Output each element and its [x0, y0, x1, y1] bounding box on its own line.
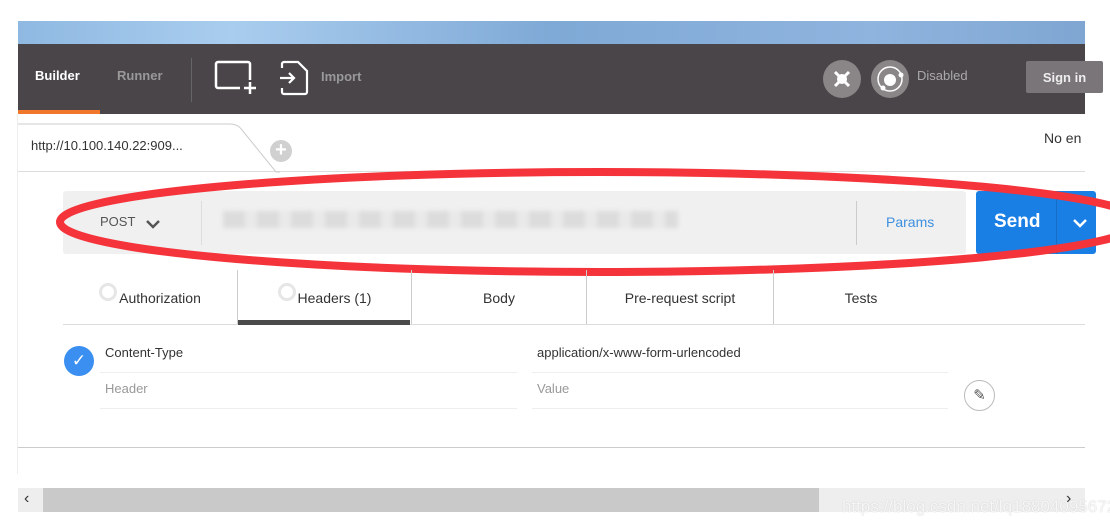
active-tab-indicator	[238, 320, 410, 325]
header-value-input[interactable]: application/x-www-form-urlencoded	[532, 337, 948, 373]
scroll-left-icon[interactable]: ‹	[24, 490, 29, 508]
sync-icon[interactable]	[823, 60, 861, 98]
top-toolbar: Builder Runner Import Disabled Sign in	[18, 44, 1103, 114]
chevron-down-icon[interactable]	[145, 218, 161, 232]
window-title-bar	[18, 21, 1085, 44]
chevron-down-icon[interactable]	[1072, 218, 1088, 230]
divider	[201, 201, 202, 245]
pencil-icon[interactable]: ✎	[964, 380, 995, 411]
tab-authorization[interactable]: Authorization	[63, 270, 237, 325]
interceptor-status: Disabled	[917, 68, 968, 83]
header-enabled-checkbox[interactable]: ✓	[64, 346, 94, 376]
import-button[interactable]: Import	[321, 69, 361, 84]
scrollbar-thumb[interactable]	[43, 488, 819, 512]
header-key-input[interactable]: Content-Type	[100, 337, 517, 373]
tab-label: Pre-request script	[624, 289, 736, 306]
url-input[interactable]	[223, 211, 678, 228]
sign-in-button[interactable]: Sign in	[1026, 61, 1103, 93]
divider	[18, 447, 1085, 448]
divider	[1056, 191, 1057, 254]
builder-tab[interactable]: Builder	[35, 68, 80, 83]
request-tab[interactable]: http://10.100.140.22:909...	[31, 138, 183, 153]
tab-pre-request-script[interactable]: Pre-request script	[586, 270, 773, 325]
tab-tests[interactable]: Tests	[773, 270, 948, 325]
environment-selector[interactable]: No en	[1044, 130, 1081, 146]
method-select[interactable]: POST	[100, 214, 135, 229]
send-label[interactable]: Send	[994, 211, 1040, 233]
divider	[191, 58, 192, 102]
divider	[856, 201, 857, 245]
tab-label: Body	[483, 289, 515, 306]
add-tab-button[interactable]: +	[270, 140, 292, 162]
new-header-value-input[interactable]: Value	[532, 373, 948, 409]
tab-label: Tests	[844, 289, 878, 306]
import-icon[interactable]	[278, 60, 312, 96]
params-button[interactable]: Params	[886, 214, 934, 230]
tab-body[interactable]: Body	[411, 270, 586, 325]
tab-label: Authorization	[119, 289, 201, 306]
tab-headers[interactable]: Headers (1)	[237, 270, 411, 325]
status-icon	[277, 282, 296, 301]
new-window-icon[interactable]	[214, 60, 258, 96]
watermark: https://blog.csdn.net/lq18804095672	[842, 497, 1110, 516]
tab-label: Headers (1)	[297, 289, 372, 306]
new-header-key-input[interactable]: Header	[100, 373, 517, 409]
status-icon	[99, 282, 118, 301]
send-button[interactable]: Send	[976, 191, 1096, 254]
divider	[63, 324, 1085, 325]
request-tab-row: http://10.100.140.22:909... + No en	[18, 114, 1085, 173]
runner-tab[interactable]: Runner	[117, 68, 163, 83]
url-bar: POST Params	[63, 191, 966, 254]
interceptor-icon[interactable]	[871, 60, 909, 98]
